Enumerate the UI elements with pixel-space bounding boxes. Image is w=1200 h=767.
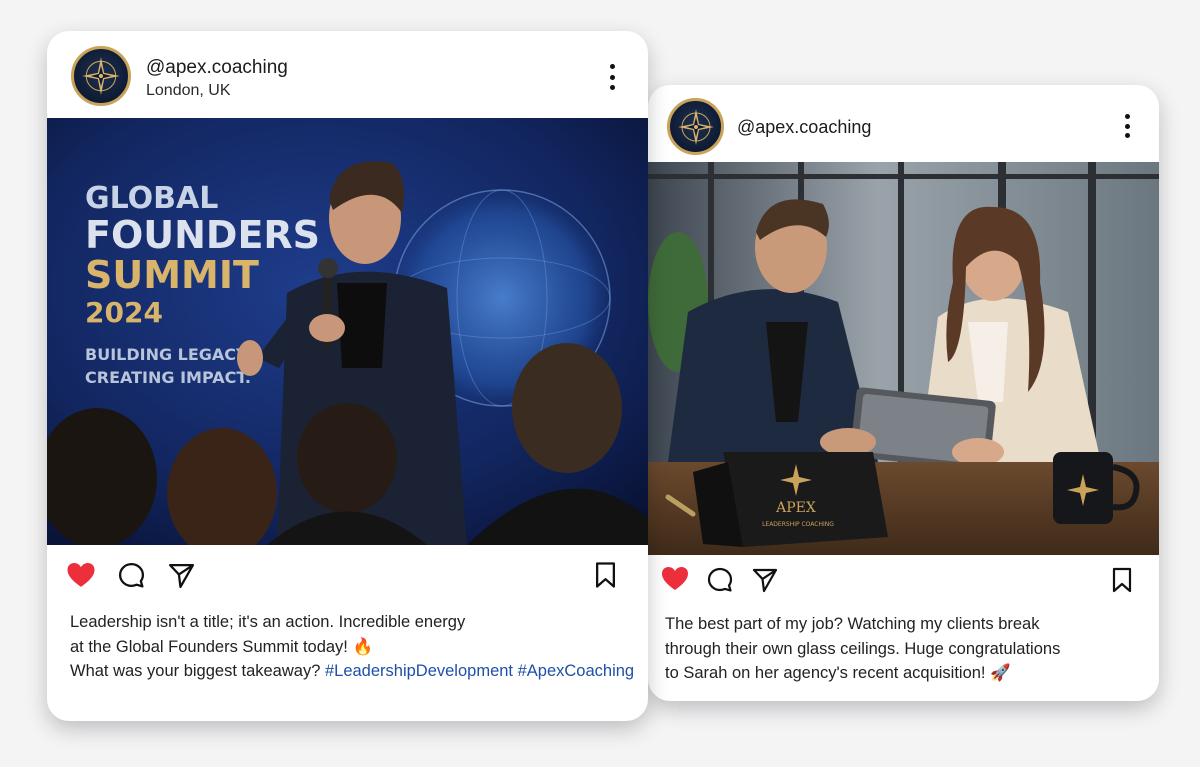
profile-avatar[interactable] [71, 46, 131, 106]
comment-icon[interactable] [706, 566, 734, 594]
instagram-post-card: @apex.coaching APEX LEADERSHIP COACHING … [648, 85, 1159, 701]
caption-line: to Sarah on her agency's recent acquisit… [665, 664, 1011, 682]
notebook-brand-text: APEX [775, 500, 816, 516]
post-caption: The best part of my job? Watching my cli… [665, 612, 1060, 686]
banner-text: SUMMIT [85, 253, 259, 297]
post-image[interactable]: GLOBAL FOUNDERS SUMMIT 2024 BUILDING LEG… [47, 118, 648, 545]
caption-text: What was your biggest takeaway? [70, 662, 325, 680]
location-label[interactable]: London, UK [146, 82, 231, 100]
share-icon[interactable] [751, 566, 779, 594]
instagram-post-card: @apex.coaching London, UK GLOBAL FOUNDER… [47, 31, 648, 721]
post-caption: Leadership isn't a title; it's an action… [70, 610, 634, 684]
banner-tagline: BUILDING LEGACY. [85, 345, 251, 364]
more-options-icon[interactable] [607, 64, 617, 90]
banner-text: FOUNDERS [85, 213, 320, 257]
comment-icon[interactable] [117, 561, 146, 590]
banner-tagline: CREATING IMPACT. [85, 368, 251, 387]
office-meeting-photo: APEX LEADERSHIP COACHING [648, 162, 1159, 555]
caption-line: What was your biggest takeaway? #Leaders… [70, 659, 634, 684]
caption-line: The best part of my job? Watching my cli… [665, 615, 1040, 633]
caption-line: Leadership isn't a title; it's an action… [70, 613, 466, 631]
profile-avatar[interactable] [667, 98, 724, 155]
compass-logo-icon [82, 57, 120, 95]
username[interactable]: @apex.coaching [146, 57, 288, 79]
hashtag-links[interactable]: #LeadershipDevelopment #ApexCoaching [325, 662, 634, 680]
heart-icon[interactable] [66, 562, 96, 589]
heart-icon[interactable] [661, 566, 689, 592]
bookmark-icon[interactable] [1111, 567, 1133, 593]
username[interactable]: @apex.coaching [737, 117, 871, 138]
banner-text: GLOBAL [85, 181, 218, 216]
post-image[interactable]: APEX LEADERSHIP COACHING [648, 162, 1159, 555]
compass-logo-icon [677, 108, 714, 145]
more-options-icon[interactable] [1122, 114, 1132, 138]
bookmark-icon[interactable] [594, 561, 617, 589]
notebook-sub-text: LEADERSHIP COACHING [762, 521, 834, 528]
banner-text: 2024 [85, 296, 163, 329]
conference-stage-photo: GLOBAL FOUNDERS SUMMIT 2024 BUILDING LEG… [47, 118, 648, 545]
caption-line: at the Global Founders Summit today! 🔥 [70, 637, 374, 656]
share-icon[interactable] [167, 561, 196, 590]
caption-line: through their own glass ceilings. Huge c… [665, 639, 1061, 658]
